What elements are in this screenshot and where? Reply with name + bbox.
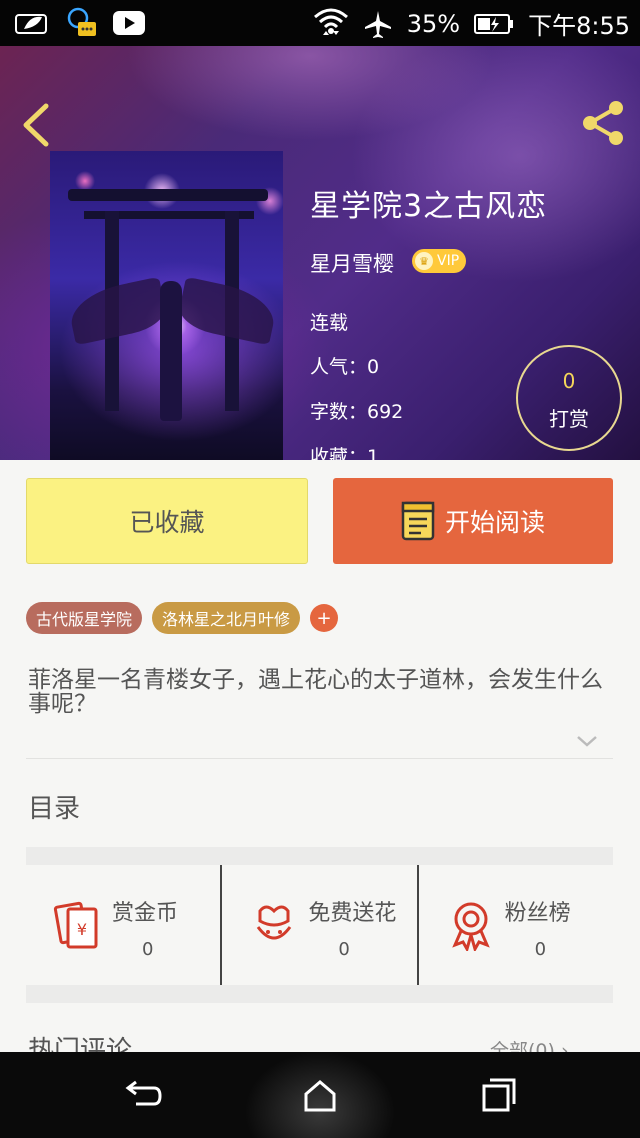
- section-separator: [26, 847, 613, 865]
- battery-icon: [474, 13, 514, 34]
- back-arrow-icon[interactable]: [16, 100, 56, 150]
- red-envelope-icon: ¥: [53, 901, 98, 949]
- tag-list: 古代版星学院 洛林星之北月叶修 +: [26, 602, 339, 634]
- airplane-icon: [364, 10, 391, 38]
- chevron-down-icon[interactable]: [575, 732, 599, 750]
- status-bar: 35% 下午8:55: [0, 0, 640, 46]
- book-title: 星学院3之古风恋: [310, 189, 548, 224]
- battery-percent: 35%: [406, 9, 461, 38]
- svg-text:¥: ¥: [77, 920, 87, 939]
- stat-label: 粉丝榜: [504, 901, 571, 926]
- start-reading-button[interactable]: 开始阅读: [333, 478, 613, 564]
- stat-fan-ranking[interactable]: 粉丝榜 0: [416, 865, 613, 985]
- recent-apps-icon[interactable]: [476, 1074, 520, 1118]
- divider: [26, 758, 613, 759]
- stat-free-flowers[interactable]: 免费送花 0: [220, 865, 416, 985]
- tag-item[interactable]: 洛林星之北月叶修: [152, 602, 301, 634]
- book-synopsis: 菲洛星一名青楼女子，遇上花心的太子道林，会发生什么事呢？: [28, 667, 603, 717]
- stat-label: 赏金币: [112, 901, 179, 926]
- youtube-icon: [113, 11, 145, 35]
- vip-label: VIP: [437, 253, 460, 269]
- tip-label: 打赏: [549, 407, 589, 431]
- book-cover: [50, 151, 283, 460]
- crown-icon: ♛: [415, 252, 433, 270]
- vip-badge: ♛ VIP: [412, 249, 466, 273]
- book-icon: [401, 501, 435, 541]
- book-header: 星学院3之古风恋 星月雪樱 ♛ VIP 连载 人气：0 字数：692 收藏：1 …: [0, 46, 640, 460]
- chat-notification-icon: [67, 7, 96, 36]
- tip-button[interactable]: 0 打赏: [516, 345, 622, 451]
- stat-gold-coins[interactable]: ¥ 赏金币 0: [26, 865, 220, 985]
- stat-value: 0: [534, 939, 547, 960]
- stat-value: 0: [142, 939, 154, 960]
- add-tag-button[interactable]: +: [310, 604, 339, 632]
- serial-status: 连载: [310, 312, 349, 334]
- back-nav-icon[interactable]: [120, 1074, 164, 1118]
- word-count: 字数：692: [310, 401, 404, 423]
- system-nav-bar: [0, 1052, 640, 1138]
- medal-icon: [451, 902, 490, 951]
- start-reading-label: 开始阅读: [444, 508, 545, 537]
- stat-value: 0: [338, 939, 350, 960]
- flower-icon: [257, 905, 292, 940]
- home-nav-icon[interactable]: [298, 1074, 342, 1118]
- collected-button[interactable]: 已收藏: [26, 478, 308, 564]
- popularity: 人气：0: [310, 356, 380, 378]
- section-separator: [26, 985, 613, 1003]
- support-stats: ¥ 赏金币 0 免费送花 0 粉丝榜 0: [26, 865, 613, 985]
- tag-item[interactable]: 古代版星学院: [26, 602, 143, 634]
- clock: 下午8:55: [528, 12, 630, 40]
- collected-label: 已收藏: [129, 508, 205, 537]
- favorites-count: 收藏：1: [310, 446, 380, 460]
- author-name[interactable]: 星月雪樱: [310, 248, 394, 278]
- leaf-notification-icon: [15, 14, 47, 34]
- stat-label: 免费送花: [308, 901, 397, 926]
- share-icon[interactable]: [578, 98, 628, 148]
- tip-count: 0: [562, 369, 576, 393]
- table-of-contents-link[interactable]: 目录: [28, 788, 80, 825]
- wifi-icon: [313, 8, 348, 35]
